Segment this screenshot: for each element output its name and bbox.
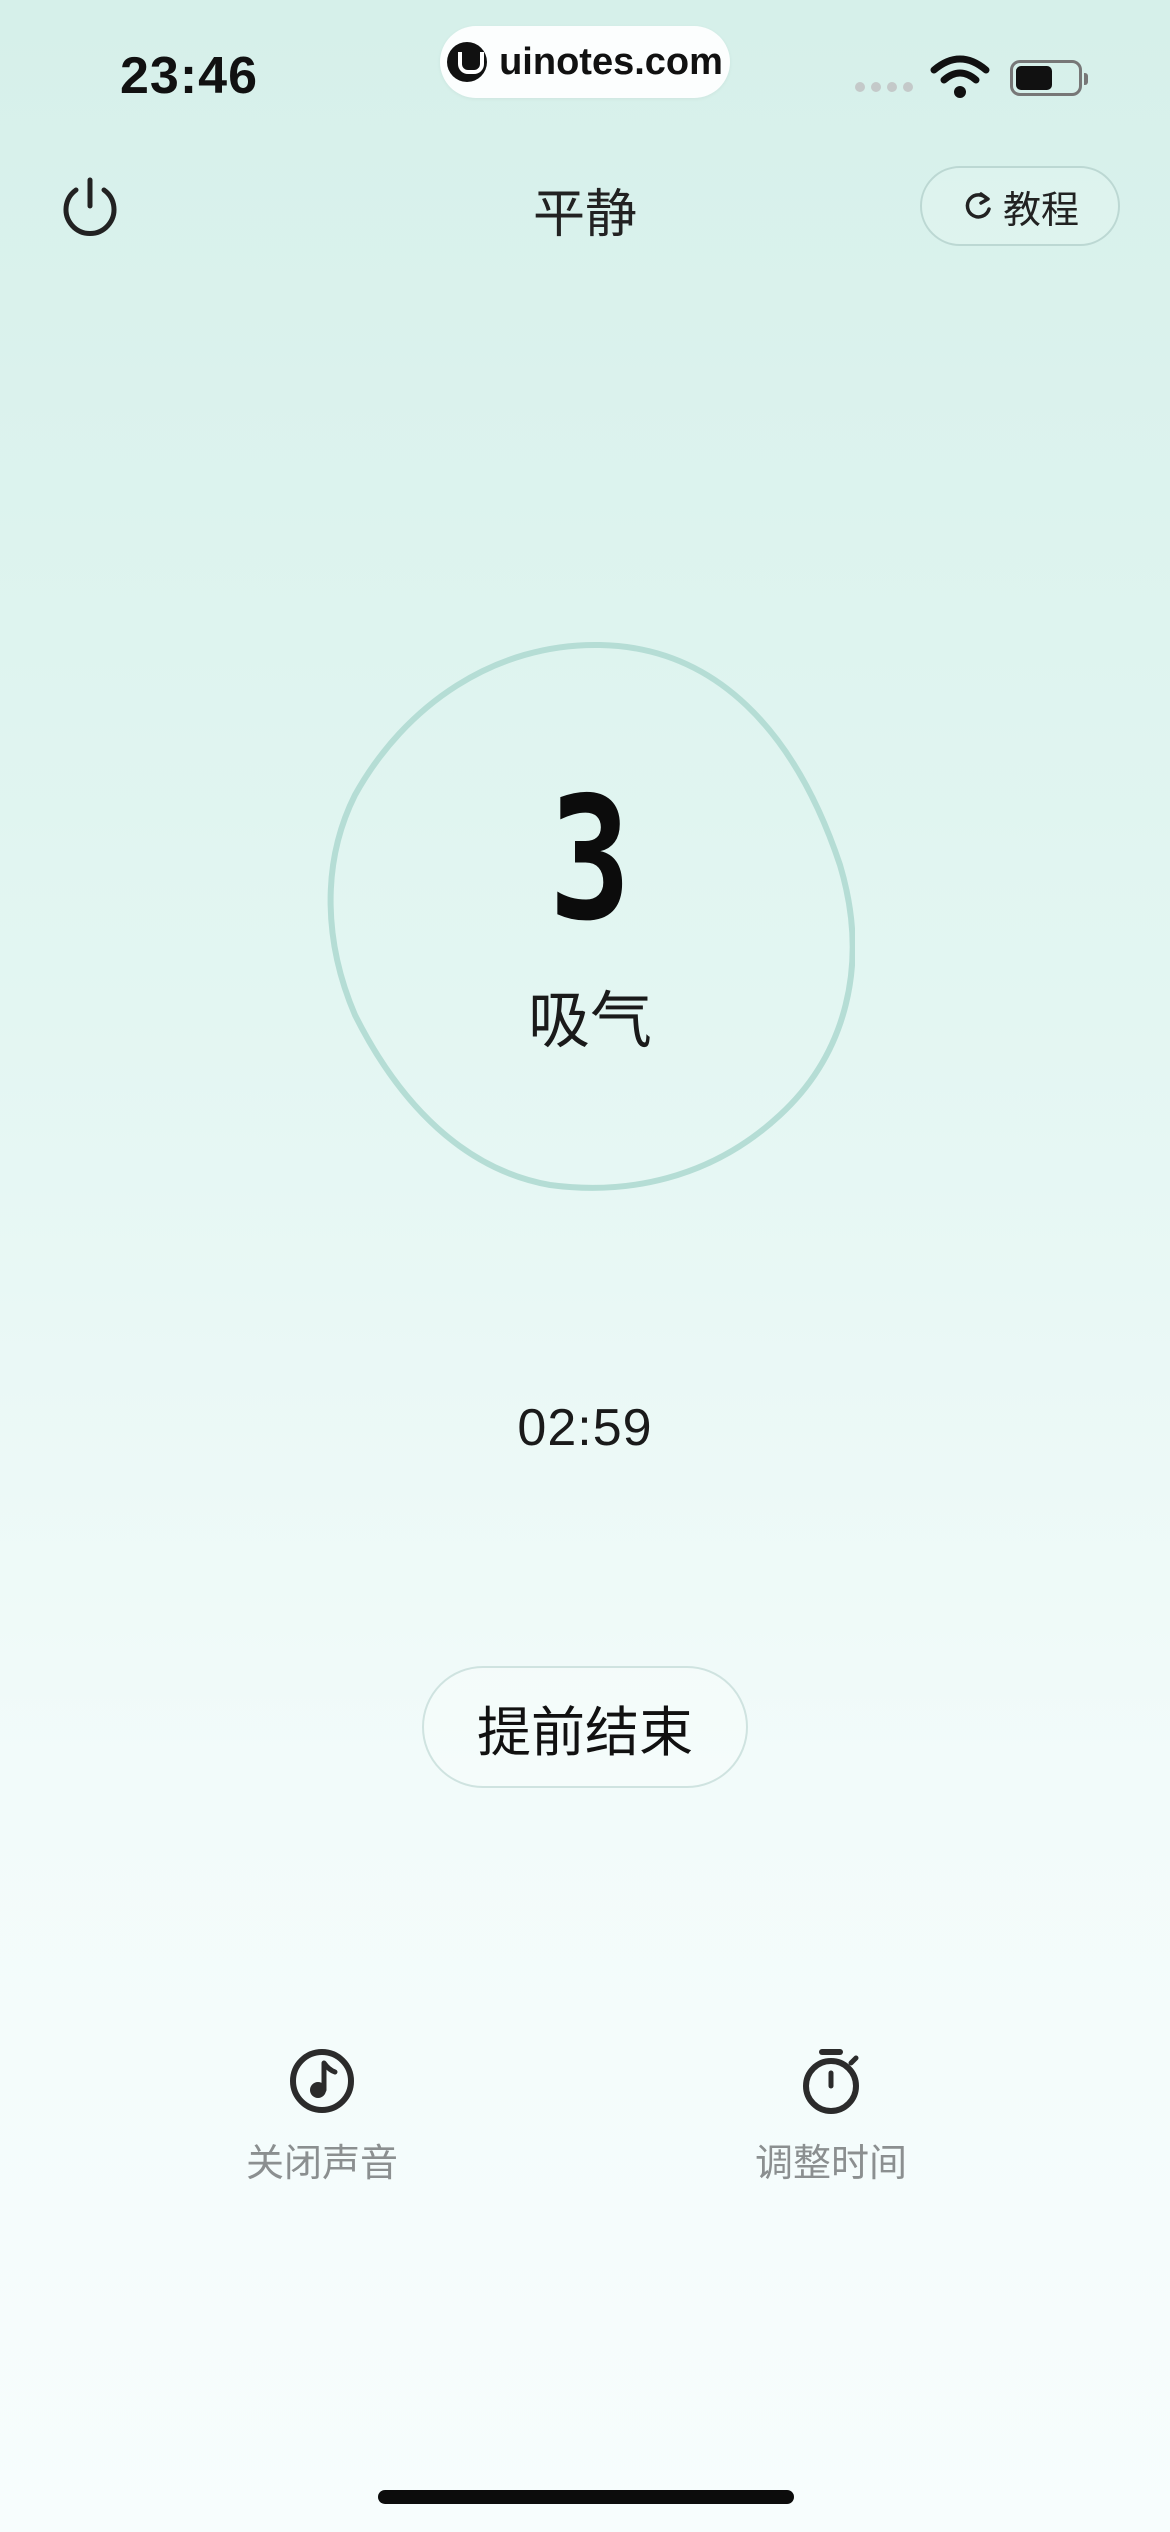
refresh-icon [965,192,991,219]
adjust-time-label: 调整时间 [754,2141,907,2185]
home-indicator[interactable] [378,2490,794,2504]
breathing-circle: 3 吸气 [325,635,855,1195]
url-pill[interactable]: uinotes.com [440,26,730,98]
tutorial-button[interactable]: 教程 [920,166,1120,246]
toggle-sound-button[interactable]: 关闭声音 [202,2046,442,2206]
end-early-button[interactable]: 提前结束 [422,1666,748,1788]
cellular-signal-icon [855,82,913,92]
site-logo-icon [447,42,488,82]
tutorial-label: 教程 [1002,187,1079,232]
adjust-time-button[interactable]: 调整时间 [711,2046,951,2206]
status-bar: 23:46 uinotes.com [0,0,1170,150]
stopwatch-icon [803,2049,859,2114]
remaining-time: 02:59 [517,1399,653,1457]
header: 平静 教程 [0,150,1170,260]
battery-icon [1010,60,1088,96]
music-note-icon [290,2049,354,2113]
url-text: uinotes.com [499,40,723,83]
toggle-sound-label: 关闭声音 [245,2141,398,2185]
breath-phase: 吸气 [527,984,652,1057]
breath-count: 3 [549,761,631,959]
wifi-icon [930,55,990,98]
status-time: 23:46 [120,47,258,105]
